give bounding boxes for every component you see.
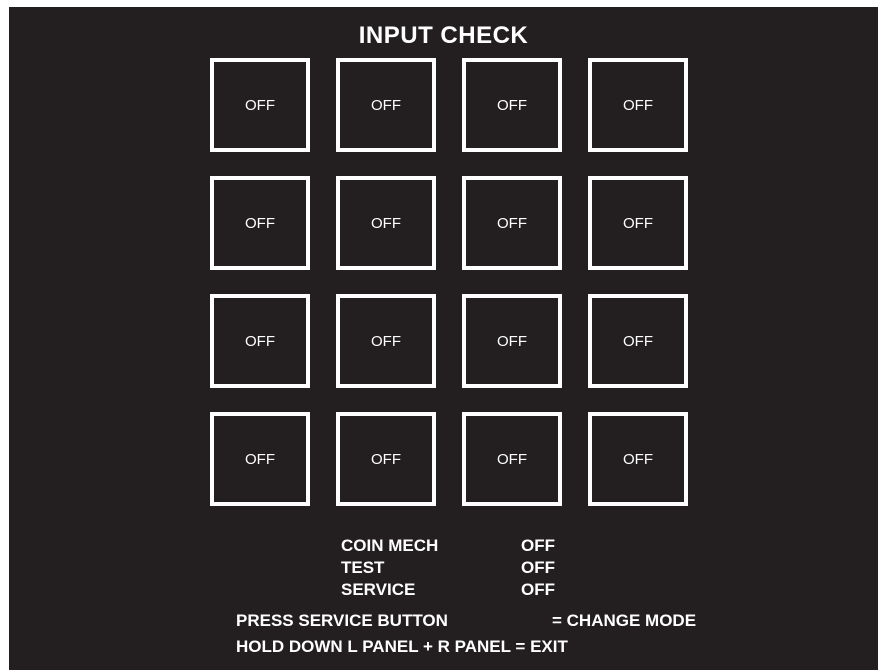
instruction-action: = CHANGE MODE [552, 611, 697, 630]
status-label: COIN MECH [341, 536, 439, 555]
page-title: INPUT CHECK [358, 22, 529, 49]
input-cell: OFF [336, 58, 436, 152]
status-label: SERVICE [341, 580, 416, 599]
input-grid: OFF OFF OFF OFF OFF OFF OFF OFF OFF OFF … [210, 58, 688, 506]
input-cell: OFF [588, 176, 688, 270]
input-cell: OFF [462, 412, 562, 506]
input-cell: OFF [462, 58, 562, 152]
instruction-key: PRESS SERVICE BUTTON [236, 611, 448, 630]
status-row-test: TEST OFF [341, 557, 555, 579]
status-row-coin-mech: COIN MECH OFF [341, 535, 555, 557]
status-value: OFF [521, 580, 555, 599]
input-check-screen: INPUT CHECK OFF OFF OFF OFF OFF OFF OFF … [9, 7, 878, 670]
input-cell: OFF [210, 58, 310, 152]
input-cell: OFF [462, 294, 562, 388]
status-label: TEST [341, 558, 385, 577]
input-cell: OFF [588, 412, 688, 506]
instruction-change-mode: PRESS SERVICE BUTTON = CHANGE MODE [236, 611, 696, 631]
status-list: COIN MECH OFF TEST OFF SERVICE OFF [341, 535, 555, 601]
input-cell: OFF [336, 176, 436, 270]
input-cell: OFF [462, 176, 562, 270]
status-value: OFF [521, 536, 555, 555]
input-cell: OFF [210, 176, 310, 270]
status-value: OFF [521, 558, 555, 577]
input-cell: OFF [210, 412, 310, 506]
input-cell: OFF [210, 294, 310, 388]
input-cell: OFF [336, 294, 436, 388]
input-cell: OFF [588, 58, 688, 152]
input-cell: OFF [588, 294, 688, 388]
instruction-exit: HOLD DOWN L PANEL + R PANEL = EXIT [236, 637, 568, 656]
status-row-service: SERVICE OFF [341, 579, 555, 601]
input-cell: OFF [336, 412, 436, 506]
